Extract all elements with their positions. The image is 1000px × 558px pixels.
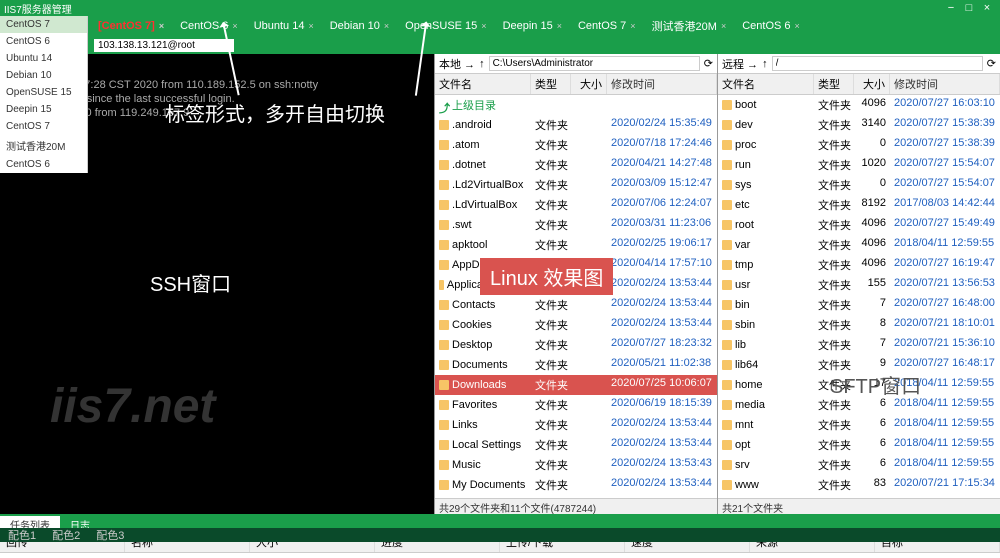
- file-row[interactable]: usr文件夹1552020/07/21 13:56:53: [718, 275, 1000, 295]
- file-row[interactable]: Favorites文件夹2020/06/19 18:15:39: [435, 395, 717, 415]
- sidebar-item[interactable]: Debian 10: [0, 67, 87, 84]
- remote-path-input[interactable]: [772, 56, 983, 71]
- watermark: iis7.net: [50, 400, 215, 414]
- server-sidebar: CentOS 7CentOS 6Ubuntu 14Debian 10OpenSU…: [0, 16, 88, 173]
- maximize-button[interactable]: □: [960, 2, 978, 14]
- remote-status: 共21个文件夹: [718, 498, 1000, 514]
- close-icon[interactable]: ×: [557, 21, 562, 31]
- host-input[interactable]: [94, 39, 234, 52]
- session-tabs: [CentOS 7]×CentOS 6×Ubuntu 14×Debian 10×…: [0, 16, 1000, 36]
- file-row[interactable]: .swt文件夹2020/03/31 11:23:06: [435, 215, 717, 235]
- file-row[interactable]: Local Settings文件夹2020/02/24 13:53:44: [435, 435, 717, 455]
- local-path-input[interactable]: [489, 56, 700, 71]
- close-icon[interactable]: ×: [308, 21, 313, 31]
- file-row[interactable]: .Ld2VirtualBox文件夹2020/03/09 15:12:47: [435, 175, 717, 195]
- close-icon[interactable]: ×: [795, 21, 800, 31]
- color-scheme-2[interactable]: 配色2: [48, 527, 84, 543]
- file-row[interactable]: Application Data文件夹2020/02/24 13:53:44: [435, 275, 717, 295]
- close-button[interactable]: ×: [978, 2, 996, 14]
- local-file-pane: 本地 → ↑ ⟳ 文件名 类型 大小 修改时间 ⤴上级目录.android文件夹…: [434, 54, 717, 514]
- sidebar-item[interactable]: CentOS 6: [0, 156, 87, 173]
- file-row[interactable]: home文件夹172018/04/11 12:59:55: [718, 375, 1000, 395]
- file-row[interactable]: tmp文件夹40962020/07/27 16:19:47: [718, 255, 1000, 275]
- file-row[interactable]: sbin文件夹82020/07/21 18:10:01: [718, 315, 1000, 335]
- file-row[interactable]: mnt文件夹62018/04/11 12:59:55: [718, 415, 1000, 435]
- up-icon[interactable]: ↑: [479, 58, 485, 70]
- session-tab[interactable]: CentOS 6×: [734, 18, 808, 34]
- app-title: IIS7服务器管理: [4, 1, 942, 16]
- file-row[interactable]: www文件夹832020/07/21 17:15:34: [718, 475, 1000, 495]
- sidebar-item[interactable]: 测试香港20M: [0, 135, 87, 156]
- file-row[interactable]: sys文件夹02020/07/27 15:54:07: [718, 175, 1000, 195]
- refresh-icon[interactable]: ⟳: [987, 57, 996, 70]
- file-row[interactable]: .atom文件夹2020/07/18 17:24:46: [435, 135, 717, 155]
- file-row[interactable]: Links文件夹2020/02/24 13:53:44: [435, 415, 717, 435]
- file-row[interactable]: Music文件夹2020/02/24 13:53:43: [435, 455, 717, 475]
- session-tab[interactable]: Ubuntu 14×: [246, 18, 322, 34]
- bottom-bar: 配色1 配色2 配色3: [0, 528, 1000, 542]
- file-row[interactable]: .dotnet文件夹2020/04/21 14:27:48: [435, 155, 717, 175]
- file-row[interactable]: opt文件夹62018/04/11 12:59:55: [718, 435, 1000, 455]
- file-row[interactable]: Contacts文件夹2020/02/24 13:53:44: [435, 295, 717, 315]
- file-row[interactable]: Desktop文件夹2020/07/27 18:23:32: [435, 335, 717, 355]
- sidebar-item[interactable]: CentOS 7: [0, 118, 87, 135]
- file-row[interactable]: Cookies文件夹2020/02/24 13:53:44: [435, 315, 717, 335]
- color-scheme-1[interactable]: 配色1: [4, 527, 40, 543]
- session-tab[interactable]: CentOS 6×: [172, 18, 246, 34]
- session-tab[interactable]: 测试香港20M×: [644, 16, 735, 36]
- file-row[interactable]: Documents文件夹2020/05/21 11:02:38: [435, 355, 717, 375]
- session-tab[interactable]: Debian 10×: [322, 18, 397, 34]
- file-row[interactable]: AppData文件夹2020/04/14 17:57:10: [435, 255, 717, 275]
- color-scheme-3[interactable]: 配色3: [92, 527, 128, 543]
- file-row[interactable]: .android文件夹2020/02/24 15:35:49: [435, 115, 717, 135]
- file-row[interactable]: dev文件夹31402020/07/27 15:38:39: [718, 115, 1000, 135]
- file-row[interactable]: etc文件夹81922017/08/03 14:42:44: [718, 195, 1000, 215]
- close-icon[interactable]: ×: [232, 21, 237, 31]
- refresh-icon[interactable]: ⟳: [704, 57, 713, 70]
- file-row[interactable]: lib文件夹72020/07/21 15:36:10: [718, 335, 1000, 355]
- file-row[interactable]: run文件夹10202020/07/27 15:54:07: [718, 155, 1000, 175]
- session-tab[interactable]: OpenSUSE 15×: [397, 18, 494, 34]
- file-row[interactable]: var文件夹40962018/04/11 12:59:55: [718, 235, 1000, 255]
- file-row[interactable]: bin文件夹72020/07/27 16:48:00: [718, 295, 1000, 315]
- sidebar-item[interactable]: Ubuntu 14: [0, 50, 87, 67]
- file-row[interactable]: .LdVirtualBox文件夹2020/07/06 12:24:07: [435, 195, 717, 215]
- session-tab[interactable]: Deepin 15×: [495, 18, 570, 34]
- local-status: 共29个文件夹和11个文件(4787244): [435, 498, 717, 514]
- file-row[interactable]: media文件夹62018/04/11 12:59:55: [718, 395, 1000, 415]
- remote-file-pane: 远程 → ↑ ⟳ 文件名 类型 大小 修改时间 boot文件夹40962020/…: [717, 54, 1000, 514]
- up-icon[interactable]: ↑: [762, 58, 768, 70]
- sidebar-item[interactable]: CentOS 7: [0, 16, 87, 33]
- up-directory[interactable]: ⤴上级目录: [435, 95, 717, 115]
- file-row[interactable]: root文件夹40962020/07/27 15:49:49: [718, 215, 1000, 235]
- remote-label: 远程 →: [722, 56, 758, 72]
- close-icon[interactable]: ×: [721, 21, 726, 31]
- session-tab[interactable]: [CentOS 7]×: [90, 18, 172, 34]
- sidebar-item[interactable]: CentOS 6: [0, 33, 87, 50]
- close-icon[interactable]: ×: [481, 21, 486, 31]
- file-row[interactable]: proc文件夹02020/07/27 15:38:39: [718, 135, 1000, 155]
- sidebar-item[interactable]: Deepin 15: [0, 101, 87, 118]
- file-row[interactable]: apktool文件夹2020/02/25 19:06:17: [435, 235, 717, 255]
- close-icon[interactable]: ×: [159, 21, 164, 31]
- close-icon[interactable]: ×: [630, 21, 635, 31]
- local-label: 本地 →: [439, 56, 475, 72]
- file-row[interactable]: My Documents文件夹2020/02/24 13:53:44: [435, 475, 717, 495]
- minimize-button[interactable]: −: [942, 2, 960, 14]
- sidebar-item[interactable]: OpenSUSE 15: [0, 84, 87, 101]
- session-tab[interactable]: CentOS 7×: [570, 18, 644, 34]
- close-icon[interactable]: ×: [384, 21, 389, 31]
- file-row[interactable]: srv文件夹62018/04/11 12:59:55: [718, 455, 1000, 475]
- file-row[interactable]: lib64文件夹92020/07/27 16:48:17: [718, 355, 1000, 375]
- file-row[interactable]: boot文件夹40962020/07/27 16:03:10: [718, 95, 1000, 115]
- file-row[interactable]: Downloads文件夹2020/07/25 10:06:07: [435, 375, 717, 395]
